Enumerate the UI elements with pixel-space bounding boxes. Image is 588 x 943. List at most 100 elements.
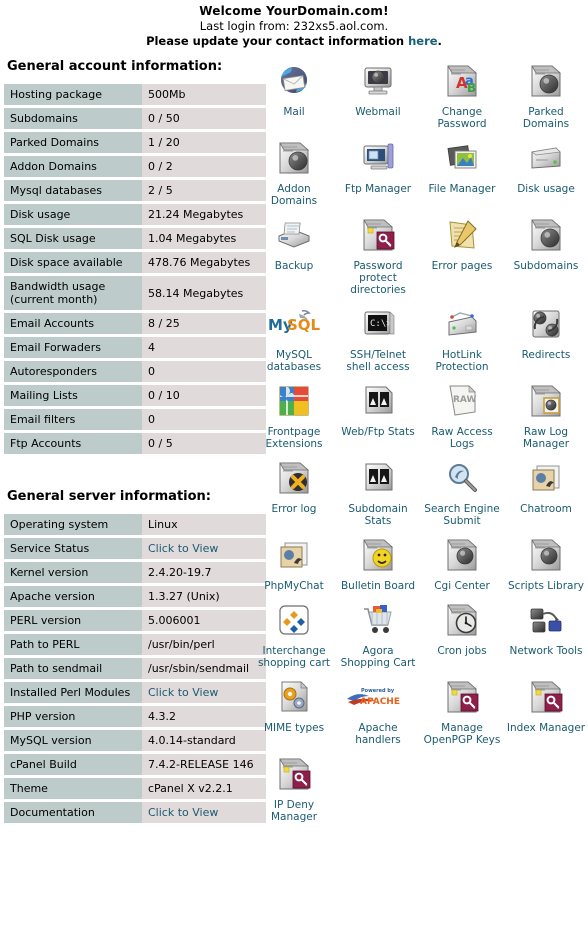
table-row: Disk space available 478.76 Megabytes	[4, 252, 266, 273]
feature-icon-label: MIME types	[263, 722, 325, 734]
chatroom-icon	[504, 456, 588, 500]
feature-icon-cron-clock[interactable]: Cron jobs	[420, 594, 504, 659]
feature-icon-column: Mail Webmail Aa B Change Password Parked Doma…	[252, 55, 588, 825]
table-row: Apache version 1.3.27 (Unix)	[4, 586, 266, 607]
feature-icon-frontpage-puzzle[interactable]: Frontpage Extensions	[252, 375, 336, 452]
feature-icon-interchange-diamond[interactable]: Interchange shopping cart	[252, 594, 336, 671]
feature-icon-redirects[interactable]: Redirects	[504, 298, 588, 363]
table-row: Autoresponders 0	[4, 361, 266, 382]
row-value: 0 / 5	[142, 433, 266, 454]
feature-icon-parked-domains[interactable]: Parked Domains	[504, 55, 588, 132]
feature-icon-disk-usage[interactable]: Disk usage	[504, 132, 588, 197]
contact-update-link[interactable]: here	[408, 34, 437, 48]
row-value: /usr/bin/perl	[142, 634, 266, 655]
table-row: PHP version 4.3.2	[4, 706, 266, 727]
subdomain-stats-icon	[336, 456, 420, 500]
feature-icon-mail[interactable]: Mail	[252, 55, 336, 120]
feature-icon-shell-access[interactable]: C:\> SSH/Telnet shell access	[336, 298, 420, 375]
bulletin-board-smiley-icon	[336, 533, 420, 577]
table-row: Disk usage 21.24 Megabytes	[4, 204, 266, 225]
feature-icon-subdomain-stats[interactable]: Subdomain Stats	[336, 452, 420, 529]
feature-icon-label: Webmail	[355, 106, 401, 118]
feature-icon-password-protect[interactable]: Password protect directories	[336, 209, 420, 298]
row-value: /usr/sbin/sendmail	[142, 658, 266, 679]
feature-icon-subdomains[interactable]: Subdomains	[504, 209, 588, 274]
table-row: Email Accounts 8 / 25	[4, 313, 266, 334]
feature-icon-chatroom[interactable]: Chatroom	[504, 452, 588, 517]
search-magnifier-icon	[420, 456, 504, 500]
page-header: Welcome YourDomain.com! Last login from:…	[0, 0, 588, 49]
feature-icon-error-log[interactable]: Error log	[252, 452, 336, 517]
feature-icon-addon-domains[interactable]: Addon Domains	[252, 132, 336, 209]
row-value: 500Mb	[142, 84, 266, 105]
feature-icon-raw-access-logs[interactable]: RAW Raw Access Logs	[420, 375, 504, 452]
mime-types-gears-icon	[252, 675, 336, 719]
feature-icon-label: Raw Access Logs	[431, 426, 493, 450]
row-value: 2 / 5	[142, 180, 266, 201]
icon-row: Mail Webmail Aa B Change Password Parked Doma…	[252, 55, 588, 132]
feature-icon-mysql-logo[interactable]: My SQL. MySQL databases	[252, 298, 336, 375]
feature-icon-network-tools[interactable]: Network Tools	[504, 594, 588, 659]
feature-icon-change-password[interactable]: Aa B Change Password	[420, 55, 504, 132]
feature-icon-label: Ftp Manager	[344, 183, 412, 195]
icon-row: Frontpage Extensions Web/Ftp Stats RAW Raw …	[252, 375, 588, 452]
feature-icon-phpmychat[interactable]: PhpMyChat	[252, 529, 336, 594]
interchange-diamond-icon	[252, 598, 336, 642]
row-value: 0 / 10	[142, 385, 266, 406]
feature-icon-hotlink-protection[interactable]: HotLink Protection	[420, 298, 504, 375]
table-row: Email Forwaders 4	[4, 337, 266, 358]
feature-icon-label: Frontpage Extensions	[265, 426, 323, 450]
row-value-link[interactable]: Click to View	[148, 686, 218, 699]
feature-icon-web-stats[interactable]: Web/Ftp Stats	[336, 375, 420, 440]
row-value: 8 / 25	[142, 313, 266, 334]
row-label: Documentation	[4, 802, 142, 823]
feature-icon-raw-log-manager[interactable]: Raw Log Manager	[504, 375, 588, 452]
feature-icon-scripts-library[interactable]: Scripts Library	[504, 529, 588, 594]
row-value[interactable]: Click to View	[142, 682, 266, 703]
table-row: MySQL version 4.0.14-standard	[4, 730, 266, 751]
row-value: 7.4.2-RELEASE 146	[142, 754, 266, 775]
scripts-library-icon	[504, 533, 588, 577]
row-value-link[interactable]: Click to View	[148, 806, 218, 819]
row-label: Bandwidth usage (current month)	[4, 276, 142, 310]
feature-icon-cgi-center[interactable]: Cgi Center	[420, 529, 504, 594]
contact-update-line: Please update your contact information h…	[0, 34, 588, 49]
feature-icon-backup[interactable]: Backup	[252, 209, 336, 274]
row-label: Email filters	[4, 409, 142, 430]
icon-row: Backup Password protect directories Error …	[252, 209, 588, 298]
row-value: 5.006001	[142, 610, 266, 631]
icon-cell-empty	[420, 748, 504, 754]
feature-icon-label: Scripts Library	[508, 580, 584, 592]
feature-icon-index-manager-key[interactable]: Index Manager	[504, 671, 588, 736]
network-tools-icon	[504, 598, 588, 642]
table-row: Ftp Accounts 0 / 5	[4, 433, 266, 454]
icon-row: Error log Subdomain Stats Search Engine Su…	[252, 452, 588, 529]
feature-icon-apache-feather[interactable]: Powered by APACHE Apache handlers	[336, 671, 420, 748]
feature-icon-file-manager[interactable]: File Manager	[420, 132, 504, 197]
feature-icon-search-magnifier[interactable]: Search Engine Submit	[420, 452, 504, 529]
shopping-cart-icon	[336, 598, 420, 642]
icon-row: PhpMyChat Bulletin Board Cgi Center Scripts…	[252, 529, 588, 594]
table-row: Parked Domains 1 / 20	[4, 132, 266, 153]
table-row: Mysql databases 2 / 5	[4, 180, 266, 201]
feature-icon-openpgp-key[interactable]: Manage OpenPGP Keys	[420, 671, 504, 748]
feature-icon-label: PhpMyChat	[264, 580, 324, 592]
feature-icon-mime-types-gears[interactable]: MIME types	[252, 671, 336, 736]
table-row: Hosting package 500Mb	[4, 84, 266, 105]
disk-usage-icon	[504, 136, 588, 180]
feature-icon-shopping-cart[interactable]: Agora Shopping Cart	[336, 594, 420, 671]
feature-icon-error-pages[interactable]: Error pages	[420, 209, 504, 274]
feature-icon-ftp-manager[interactable]: Ftp Manager	[336, 132, 420, 197]
row-value[interactable]: Click to View	[142, 538, 266, 559]
row-value-link[interactable]: Click to View	[148, 542, 218, 555]
feature-icon-ip-deny-key[interactable]: IP Deny Manager	[252, 748, 336, 825]
hotlink-protection-icon	[420, 302, 504, 346]
feature-icon-bulletin-board-smiley[interactable]: Bulletin Board	[336, 529, 420, 594]
addon-domains-icon	[252, 136, 336, 180]
feature-icon-label: Apache handlers	[355, 722, 401, 746]
server-info-title: General server information:	[7, 489, 212, 504]
ftp-manager-icon	[336, 136, 420, 180]
row-value: 4	[142, 337, 266, 358]
feature-icon-webmail-monitor[interactable]: Webmail	[336, 55, 420, 120]
row-value[interactable]: Click to View	[142, 802, 266, 823]
